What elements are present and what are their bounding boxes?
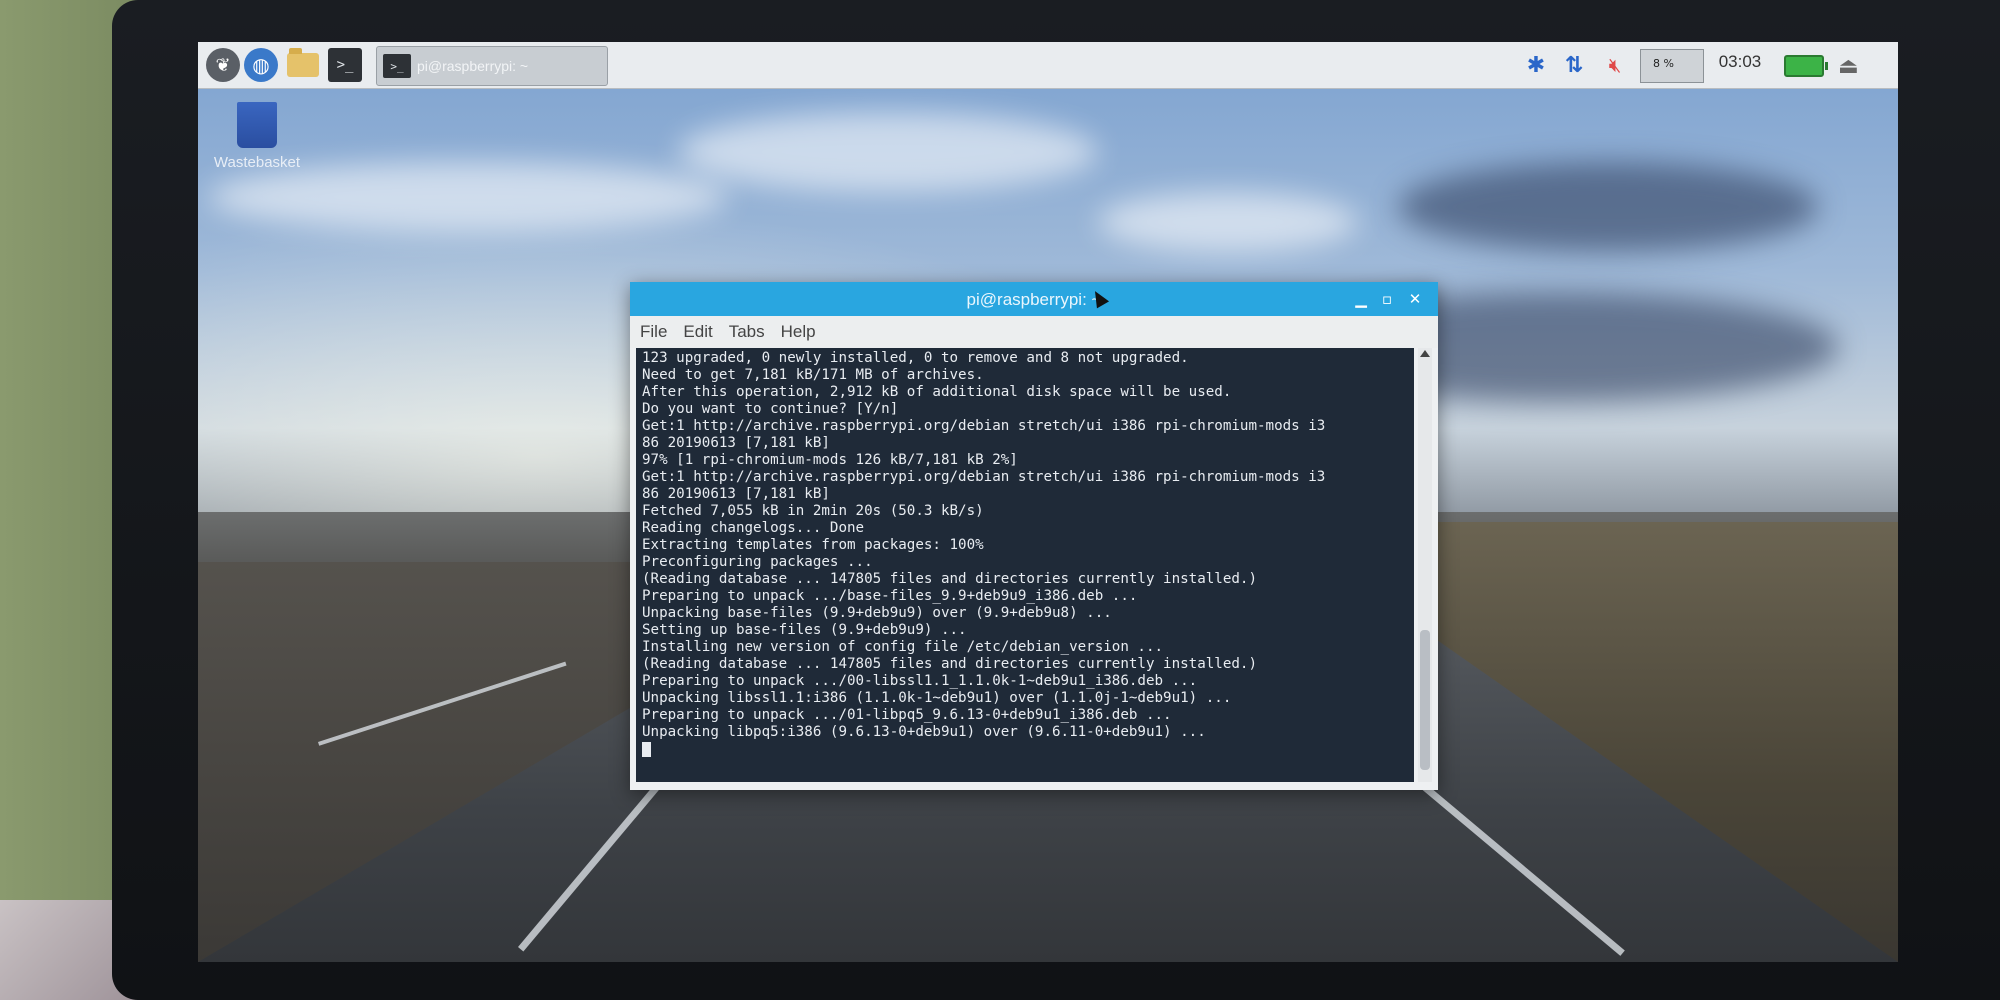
terminal-menubar: File Edit Tabs Help bbox=[630, 316, 1438, 348]
terminal-line: (Reading database ... 147805 files and d… bbox=[642, 656, 1257, 672]
terminal-line: Get:1 http://archive.raspberrypi.org/deb… bbox=[642, 418, 1326, 434]
terminal-line: Setting up base-files (9.9+deb9u9) ... bbox=[642, 622, 967, 638]
battery-icon[interactable] bbox=[1784, 55, 1828, 77]
terminal-line: Reading changelogs... Done bbox=[642, 520, 865, 536]
eject-icon[interactable]: ⏏ bbox=[1838, 54, 1859, 79]
close-button[interactable]: ✕ bbox=[1406, 290, 1424, 308]
terminal-line: 86 20190613 [7,181 kB] bbox=[642, 486, 830, 502]
terminal-icon: >_ bbox=[383, 54, 411, 78]
menu-tabs[interactable]: Tabs bbox=[729, 322, 765, 342]
wastebasket-desktop-icon[interactable]: Wastebasket bbox=[202, 102, 312, 171]
terminal-launcher-icon[interactable]: >_ bbox=[328, 48, 362, 82]
terminal-titlebar[interactable]: pi@raspberrypi: ~ ▁ ▫ ✕ bbox=[630, 282, 1438, 316]
terminal-line: (Reading database ... 147805 files and d… bbox=[642, 571, 1257, 587]
terminal-line: Unpacking base-files (9.9+deb9u9) over (… bbox=[642, 605, 1112, 621]
maximize-button[interactable]: ▫ bbox=[1378, 290, 1396, 308]
terminal-line: Do you want to continue? [Y/n] bbox=[642, 401, 899, 417]
terminal-title: pi@raspberrypi: ~ bbox=[966, 290, 1102, 309]
terminal-line: Installing new version of config file /e… bbox=[642, 639, 1164, 655]
cpu-label: 8 % bbox=[1653, 57, 1674, 70]
taskbar-terminal-button[interactable]: >_ pi@raspberrypi: ~ bbox=[376, 46, 608, 86]
terminal-line: Unpacking libpq5:i386 (9.6.13-0+deb9u1) … bbox=[642, 724, 1206, 740]
menu-file[interactable]: File bbox=[640, 322, 667, 342]
top-panel: ❦ ◍ >_ >_ pi@raspberrypi: ~ ✱ ⇅ 🔇︎ 8 % 0… bbox=[198, 42, 1898, 89]
screen: ❦ ◍ >_ >_ pi@raspberrypi: ~ ✱ ⇅ 🔇︎ 8 % 0… bbox=[198, 42, 1898, 962]
wallpaper-cloud bbox=[678, 112, 1098, 192]
terminal-line: 86 20190613 [7,181 kB] bbox=[642, 435, 830, 451]
clock[interactable]: 03:03 bbox=[1708, 52, 1772, 72]
wallpaper-cloud bbox=[1098, 192, 1358, 252]
taskbar-window-label: pi@raspberrypi: ~ bbox=[417, 58, 529, 74]
terminal-line: Extracting templates from packages: 100% bbox=[642, 537, 984, 553]
terminal-line: 123 upgraded, 0 newly installed, 0 to re… bbox=[642, 350, 1189, 366]
wallpaper-cloud-dark bbox=[1398, 162, 1818, 252]
terminal-line: Preconfiguring packages ... bbox=[642, 554, 873, 570]
menu-edit[interactable]: Edit bbox=[683, 322, 712, 342]
terminal-line: After this operation, 2,912 kB of additi… bbox=[642, 384, 1232, 400]
terminal-line: 97% [1 rpi-chromium-mods 126 kB/7,181 kB… bbox=[642, 452, 1018, 468]
network-icon[interactable]: ⇅ bbox=[1556, 50, 1592, 80]
bluetooth-icon[interactable]: ✱ bbox=[1523, 50, 1549, 80]
terminal-line: Fetched 7,055 kB in 2min 20s (50.3 kB/s) bbox=[642, 503, 984, 519]
terminal-window: pi@raspberrypi: ~ ▁ ▫ ✕ File Edit Tabs H… bbox=[630, 282, 1438, 790]
scrollbar-thumb[interactable] bbox=[1420, 630, 1430, 770]
volume-muted-icon[interactable]: 🔇︎ bbox=[1600, 50, 1630, 80]
terminal-cursor-line bbox=[642, 741, 1408, 758]
web-browser-icon[interactable]: ◍ bbox=[244, 48, 278, 82]
file-manager-icon[interactable] bbox=[286, 48, 320, 82]
terminal-line: Need to get 7,181 kB/171 MB of archives. bbox=[642, 367, 984, 383]
terminal-output[interactable]: 123 upgraded, 0 newly installed, 0 to re… bbox=[636, 348, 1414, 782]
scroll-up-icon[interactable] bbox=[1420, 350, 1430, 357]
terminal-line: Get:1 http://archive.raspberrypi.org/deb… bbox=[642, 469, 1326, 485]
minimize-button[interactable]: ▁ bbox=[1352, 290, 1370, 308]
wallpaper-cloud bbox=[208, 162, 728, 232]
terminal-line: Preparing to unpack .../00-libssl1.1_1.1… bbox=[642, 673, 1198, 689]
terminal-line: Preparing to unpack .../base-files_9.9+d… bbox=[642, 588, 1138, 604]
terminal-scrollbar[interactable] bbox=[1418, 348, 1432, 782]
menu-help[interactable]: Help bbox=[781, 322, 816, 342]
trash-icon bbox=[237, 102, 277, 148]
wastebasket-label: Wastebasket bbox=[213, 154, 301, 171]
text-cursor bbox=[642, 742, 651, 757]
terminal-line: Preparing to unpack .../01-libpq5_9.6.13… bbox=[642, 707, 1172, 723]
cpu-monitor: 8 % bbox=[1640, 49, 1704, 83]
terminal-line: Unpacking libssl1.1:i386 (1.1.0k-1~deb9u… bbox=[642, 690, 1232, 706]
raspberry-menu-icon[interactable]: ❦ bbox=[206, 48, 240, 82]
